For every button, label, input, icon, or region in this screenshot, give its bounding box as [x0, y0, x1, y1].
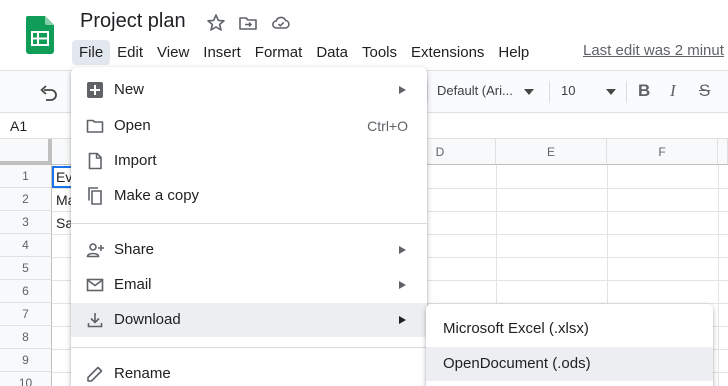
menu-format[interactable]: Format	[248, 40, 310, 65]
file-menu: New Open Ctrl+O Import Make a copy Share	[71, 67, 427, 386]
menu-item-new[interactable]: New	[71, 73, 427, 107]
menu-separator	[71, 223, 427, 224]
row-header-8[interactable]: 8	[0, 326, 52, 349]
row-header-3[interactable]: 3	[0, 211, 52, 234]
row-header-6[interactable]: 6	[0, 280, 52, 303]
download-submenu: Microsoft Excel (.xlsx) OpenDocument (.o…	[426, 304, 713, 386]
font-size-dropdown-icon[interactable]	[606, 89, 616, 95]
menu-tools[interactable]: Tools	[355, 40, 404, 65]
toolbar-separator	[549, 81, 550, 103]
pencil-icon	[87, 366, 103, 382]
menu-item-label: Make a copy	[114, 187, 200, 204]
name-box[interactable]: A1	[10, 118, 27, 134]
download-xlsx-option[interactable]: Microsoft Excel (.xlsx)	[426, 312, 713, 346]
row-header-5[interactable]: 5	[0, 257, 52, 280]
menu-item-label: Share	[114, 241, 155, 258]
menu-item-open[interactable]: Open Ctrl+O	[71, 109, 427, 143]
submenu-item-label: Microsoft Excel (.xlsx)	[443, 320, 589, 337]
row-header-10[interactable]: 10	[0, 372, 52, 386]
toolbar-separator	[626, 81, 627, 103]
font-size-select[interactable]: 10	[561, 83, 575, 98]
menu-data[interactable]: Data	[309, 40, 355, 65]
folder-icon	[86, 119, 104, 133]
keyboard-shortcut: Ctrl+O	[367, 118, 408, 134]
font-family-dropdown-icon[interactable]	[524, 89, 534, 95]
star-icon[interactable]	[206, 13, 226, 33]
select-all-corner[interactable]	[0, 139, 52, 165]
row-header-4[interactable]: 4	[0, 234, 52, 257]
row-header-7[interactable]: 7	[0, 303, 52, 326]
menu-item-download[interactable]: Download	[71, 303, 427, 337]
google-sheets-logo-icon[interactable]	[26, 16, 54, 54]
menu-item-label: Open	[114, 117, 151, 134]
cloud-saved-icon[interactable]	[271, 13, 291, 33]
menu-item-label: Download	[114, 311, 181, 328]
menu-insert[interactable]: Insert	[196, 40, 248, 65]
menu-file[interactable]: File	[72, 39, 111, 65]
download-icon	[87, 313, 103, 328]
menu-item-rename[interactable]: Rename	[71, 357, 427, 386]
italic-button[interactable]: I	[670, 81, 676, 101]
submenu-item-label: OpenDocument (.ods)	[443, 355, 591, 372]
bold-button[interactable]: B	[638, 81, 650, 101]
menu-view[interactable]: View	[150, 40, 196, 65]
menu-item-label: Import	[114, 152, 157, 169]
document-title[interactable]: Project plan	[80, 10, 186, 33]
submenu-arrow-icon	[399, 281, 406, 289]
font-family-select[interactable]: Default (Ari...	[437, 83, 513, 98]
strikethrough-button[interactable]: S	[699, 81, 710, 101]
submenu-arrow-icon	[399, 316, 406, 324]
submenu-arrow-icon	[399, 246, 406, 254]
mail-icon	[86, 278, 104, 292]
undo-icon[interactable]	[38, 84, 58, 102]
menu-edit[interactable]: Edit	[110, 40, 150, 65]
menu-item-make-a-copy[interactable]: Make a copy	[71, 179, 427, 213]
person-add-icon	[86, 243, 104, 258]
menu-extensions[interactable]: Extensions	[404, 40, 491, 65]
menu-item-label: New	[114, 81, 145, 98]
file-import-icon	[88, 152, 102, 170]
new-sheet-icon	[87, 82, 103, 98]
column-header[interactable]	[718, 139, 728, 165]
row-header-2[interactable]: 2	[0, 188, 52, 211]
row-header-1[interactable]: 1	[0, 165, 52, 188]
menu-item-import[interactable]: Import	[71, 144, 427, 178]
menu-item-label: Email	[114, 276, 152, 293]
move-to-folder-icon[interactable]	[238, 13, 258, 33]
copy-icon	[88, 187, 102, 205]
column-header-f[interactable]: F	[607, 139, 718, 165]
menu-item-label: Rename	[114, 365, 171, 382]
menu-bar: File Edit View Insert Format Data Tools …	[72, 38, 536, 66]
grid-line	[718, 165, 719, 386]
menu-item-share[interactable]: Share	[71, 233, 427, 267]
submenu-arrow-icon	[399, 86, 406, 94]
last-edit-link[interactable]: Last edit was 2 minut	[583, 42, 724, 59]
column-header-e[interactable]: E	[496, 139, 607, 165]
menu-help[interactable]: Help	[491, 40, 536, 65]
download-ods-option[interactable]: OpenDocument (.ods)	[426, 347, 713, 381]
toolbar-separator	[427, 81, 428, 103]
menu-item-email[interactable]: Email	[71, 268, 427, 302]
row-header-9[interactable]: 9	[0, 349, 52, 372]
menu-separator	[71, 347, 427, 348]
